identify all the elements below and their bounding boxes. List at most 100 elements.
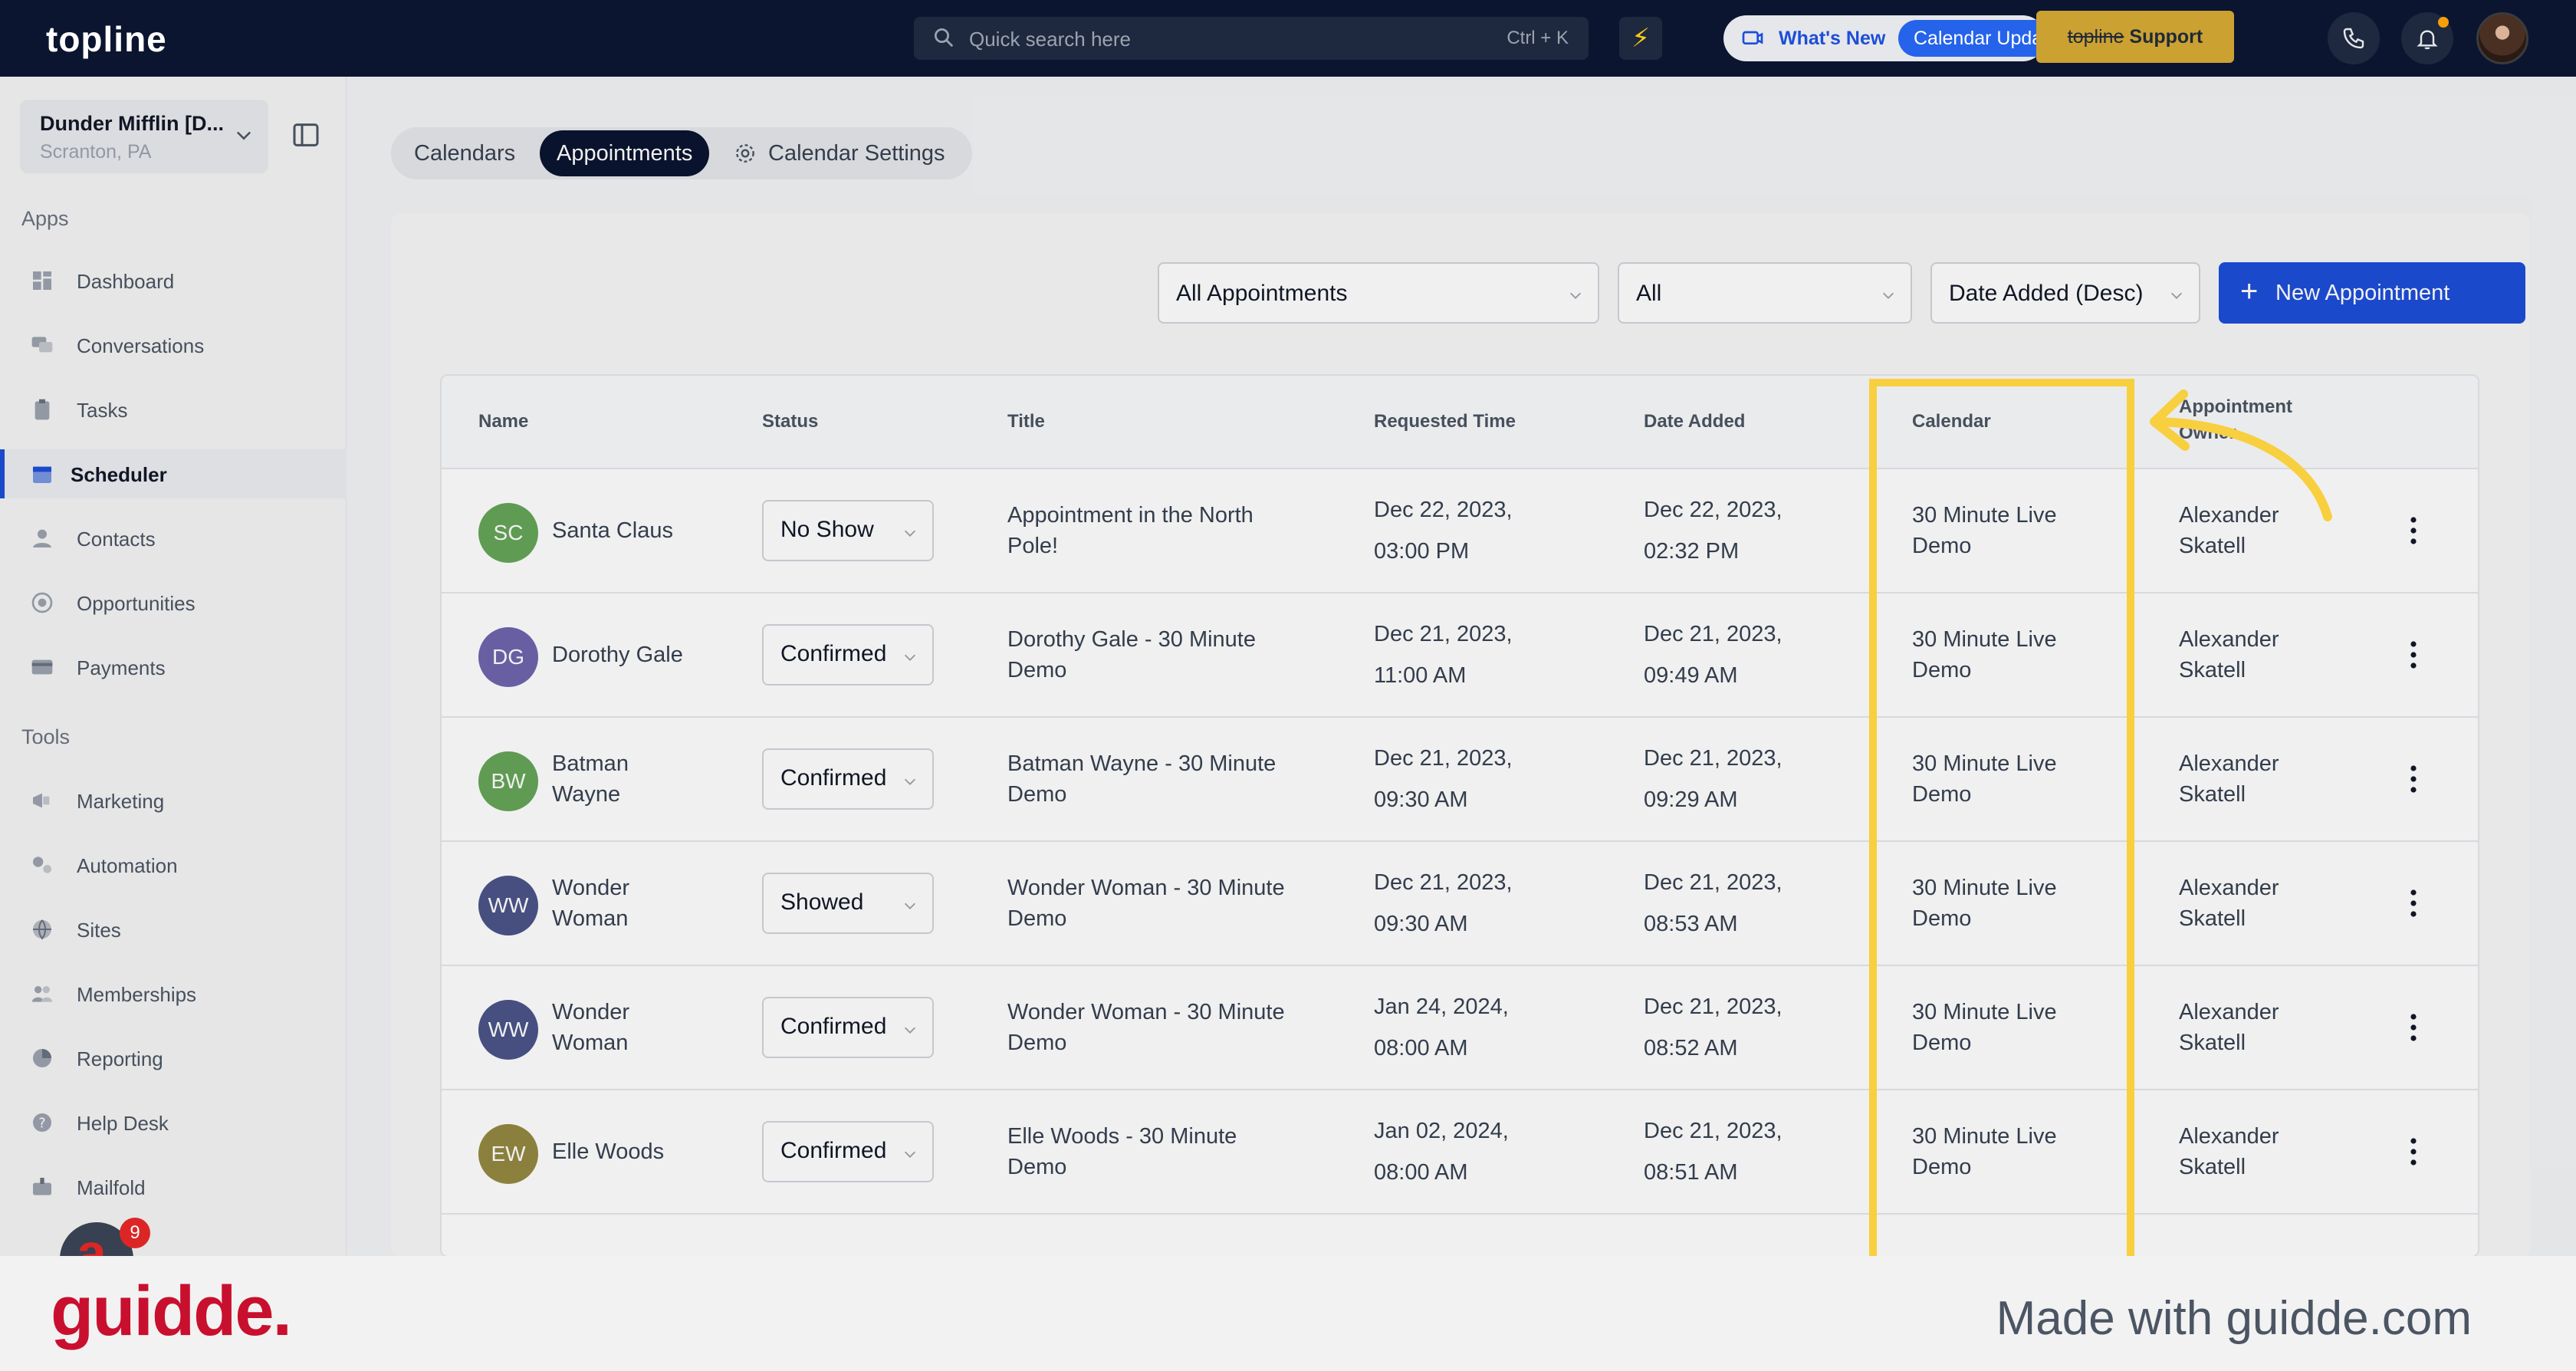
cell-line: Demo	[1007, 658, 1067, 682]
appointment-title[interactable]: Batman Wayne - 30 Minute Demo	[1007, 748, 1276, 810]
chevron-down-icon	[904, 1027, 916, 1034]
user-avatar[interactable]	[2476, 12, 2528, 64]
quick-search[interactable]: Quick search here Ctrl + K	[914, 17, 1589, 60]
contact-avatar[interactable]: EW	[478, 1124, 538, 1184]
more-options-icon[interactable]	[2409, 515, 2418, 546]
table-row[interactable]: EW Elle Woods Confirmed Elle Woods - 30 …	[442, 1090, 2478, 1215]
header-name[interactable]: Name	[478, 411, 528, 432]
status-select[interactable]: Confirmed	[762, 1121, 934, 1182]
contact-avatar[interactable]: WW	[478, 876, 538, 935]
cell-line: Demo	[1007, 782, 1067, 807]
tab-calendar-settings[interactable]: Calendar Settings	[768, 130, 945, 176]
sidebar-item-memberships[interactable]: Memberships	[0, 969, 347, 1018]
status-filter-select[interactable]: All	[1618, 262, 1912, 324]
whats-new-label: What's New	[1779, 28, 1886, 49]
sidebar-item-payments[interactable]: Payments	[0, 643, 347, 692]
cell-line: Santa Claus	[552, 518, 673, 543]
status-select[interactable]: Showed	[762, 873, 934, 934]
table-row[interactable]: WW Wonder Woman Showed Wonder Woman - 30 …	[442, 842, 2478, 966]
phone-button[interactable]	[2328, 12, 2380, 64]
contact-name[interactable]: Batman Wayne	[552, 748, 629, 810]
cell-line: Skatell	[2179, 906, 2246, 931]
status-select[interactable]: Confirmed	[762, 748, 934, 810]
account-switcher[interactable]: Dunder Mifflin [D... Scranton, PA	[20, 100, 268, 173]
status-select[interactable]: Confirmed	[762, 997, 934, 1058]
status-select[interactable]: No Show	[762, 500, 934, 561]
notification-count-badge: 9	[120, 1218, 150, 1248]
whats-new-button[interactable]: What's New Calendar Upda	[1723, 15, 2045, 61]
more-options-icon[interactable]	[2409, 639, 2418, 670]
made-with-guidde: Made with guidde.com	[1996, 1292, 2472, 1345]
contact-name[interactable]: Wonder Woman	[552, 873, 629, 934]
plus-icon: +	[2240, 275, 2259, 308]
lightning-icon[interactable]: ⚡	[1619, 17, 1662, 60]
cell-line: Jan 24, 2024,	[1374, 995, 1509, 1019]
more-options-icon[interactable]	[2409, 764, 2418, 794]
sidebar-collapse-icon[interactable]	[290, 120, 322, 150]
contact-avatar[interactable]: DG	[478, 627, 538, 687]
new-appointment-button[interactable]: + New Appointment	[2219, 262, 2525, 324]
chevron-down-icon	[2170, 292, 2183, 299]
contact-name[interactable]: Elle Woods	[552, 1136, 664, 1167]
cell-line: Woman	[552, 1031, 629, 1055]
appointment-title[interactable]: Wonder Woman - 30 Minute Demo	[1007, 873, 1285, 934]
header-requested-time[interactable]: Requested Time	[1374, 411, 1516, 432]
cell-line: Wonder Woman - 30 Minute	[1007, 876, 1285, 900]
sidebar-item-tasks[interactable]: Tasks	[0, 385, 347, 434]
appointment-type-select[interactable]: All Appointments	[1158, 262, 1599, 324]
tab-appointments[interactable]: Appointments	[540, 130, 710, 176]
contact-name[interactable]: Santa Claus	[552, 515, 673, 546]
search-icon	[935, 28, 954, 48]
calendar-update-pill[interactable]: Calendar Upda	[1898, 20, 2045, 57]
contact-name[interactable]: Dorothy Gale	[552, 639, 683, 670]
app-logo[interactable]: topline	[46, 18, 167, 60]
cell-line: Wonder	[552, 1000, 630, 1024]
contact-avatar[interactable]: BW	[478, 751, 538, 811]
sidebar-item-reporting[interactable]: Reporting	[0, 1034, 347, 1083]
megaphone-icon	[33, 793, 50, 808]
appointment-title[interactable]: Appointment in the North Pole!	[1007, 500, 1254, 561]
status-select[interactable]: Confirmed	[762, 624, 934, 686]
appointment-title[interactable]: Elle Woods - 30 Minute Demo	[1007, 1121, 1237, 1182]
sidebar-item-label: Mailfold	[77, 1176, 146, 1199]
support-button[interactable]: topline Support	[2036, 11, 2234, 63]
requested-time: Dec 21, 2023, 11:00 AM	[1374, 613, 1513, 696]
contact-name[interactable]: Wonder Woman	[552, 997, 629, 1058]
more-options-icon[interactable]	[2409, 1012, 2418, 1043]
sidebar-item-help-desk[interactable]: ? Help Desk	[0, 1098, 347, 1147]
header-status[interactable]: Status	[762, 411, 818, 432]
contact-avatar[interactable]: WW	[478, 1000, 538, 1060]
sidebar-item-label: Opportunities	[77, 592, 196, 615]
sort-select[interactable]: Date Added (Desc)	[1930, 262, 2200, 324]
appointment-title[interactable]: Dorothy Gale - 30 Minute Demo	[1007, 624, 1256, 686]
table-row[interactable]: DG Dorothy Gale Confirmed Dorothy Gale -…	[442, 593, 2478, 718]
account-name: Dunder Mifflin [D...	[40, 112, 224, 135]
notifications-button[interactable]	[2401, 12, 2453, 64]
more-options-icon[interactable]	[2409, 1136, 2418, 1167]
cell-line: Alexander	[2179, 1000, 2279, 1024]
sidebar-item-conversations[interactable]: Conversations	[0, 321, 347, 370]
more-options-icon[interactable]	[2409, 888, 2418, 919]
sidebar-item-contacts[interactable]: Contacts	[0, 514, 347, 563]
contact-avatar[interactable]: SC	[478, 503, 538, 563]
tab-calendars[interactable]: Calendars	[414, 130, 515, 176]
sidebar-item-automation[interactable]: Automation	[0, 840, 347, 889]
sidebar-item-marketing[interactable]: Marketing	[0, 776, 347, 825]
table-row[interactable]: BW Batman Wayne Confirmed Batman Wayne - …	[442, 718, 2478, 842]
cell-line: 09:30 AM	[1374, 912, 1468, 936]
sidebar-item-scheduler[interactable]: Scheduler	[0, 449, 347, 498]
table-row[interactable]: WW Wonder Woman Confirmed Wonder Woman - …	[442, 966, 2478, 1090]
header-date-added[interactable]: Date Added	[1644, 411, 1745, 432]
notification-dot	[2438, 17, 2449, 28]
sidebar-item-dashboard[interactable]: Dashboard	[0, 256, 347, 305]
appointment-title[interactable]: Wonder Woman - 30 Minute Demo	[1007, 997, 1285, 1058]
sidebar-item-opportunities[interactable]: Opportunities	[0, 578, 347, 627]
date-added: Dec 21, 2023, 09:29 AM	[1644, 738, 1783, 820]
cell-line: Wayne	[552, 782, 621, 807]
status-value: No Show	[780, 517, 874, 542]
header-title[interactable]: Title	[1007, 411, 1045, 432]
chevron-down-icon	[904, 778, 916, 785]
sidebar-item-mailfold[interactable]: Mailfold	[0, 1162, 347, 1212]
sidebar-item-sites[interactable]: Sites	[0, 905, 347, 954]
apps-section-label: Apps	[21, 207, 69, 230]
